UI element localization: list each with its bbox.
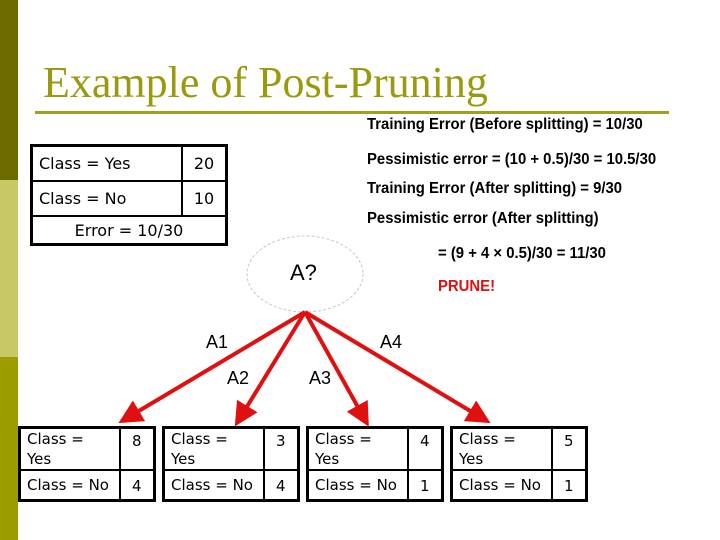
branch-label-a2: A2: [227, 368, 250, 388]
class-count: 4: [118, 469, 156, 502]
class-count: 1: [550, 469, 588, 502]
table-row: Class = No 1: [306, 469, 444, 502]
class-label: Class = No: [450, 469, 553, 502]
table-row: Class = Yes 8: [18, 426, 156, 471]
table-row: Class = Yes 4: [306, 426, 444, 471]
table-row: Class = No 1: [450, 469, 588, 502]
leaf-table-a4: Class = Yes 5 Class = No 1: [450, 426, 588, 502]
class-label: Class = No: [162, 469, 265, 502]
class-count: 5: [550, 426, 588, 471]
table-row: Class = Yes 3: [162, 426, 300, 471]
class-count: 1: [406, 469, 444, 502]
class-label: Class = Yes: [450, 426, 553, 471]
branch-arrow-a1: [118, 310, 307, 424]
branch-arrow-a4: [303, 310, 491, 424]
class-label: Class = No: [18, 469, 121, 502]
leaf-table-a2: Class = Yes 3 Class = No 4: [162, 426, 300, 502]
branch-label-a4: A4: [380, 332, 403, 352]
table-row: Class = No 4: [162, 469, 300, 502]
class-label: Class = Yes: [18, 426, 121, 471]
class-count: 4: [262, 469, 300, 502]
class-label: Class = Yes: [162, 426, 265, 471]
class-label: Class = Yes: [306, 426, 409, 471]
class-count: 4: [406, 426, 444, 471]
table-row: Class = Yes 5: [450, 426, 588, 471]
class-count: 8: [118, 426, 156, 471]
table-row: Class = No 4: [18, 469, 156, 502]
leaf-table-a3: Class = Yes 4 Class = No 1: [306, 426, 444, 502]
branch-label-a3: A3: [309, 368, 332, 388]
root-node-label: A?: [290, 260, 317, 285]
branch-arrow-a2: [234, 310, 307, 427]
leaf-table-a1: Class = Yes 8 Class = No 4: [18, 426, 156, 502]
class-count: 3: [262, 426, 300, 471]
branch-label-a1: A1: [206, 332, 229, 352]
class-label: Class = No: [306, 469, 409, 502]
